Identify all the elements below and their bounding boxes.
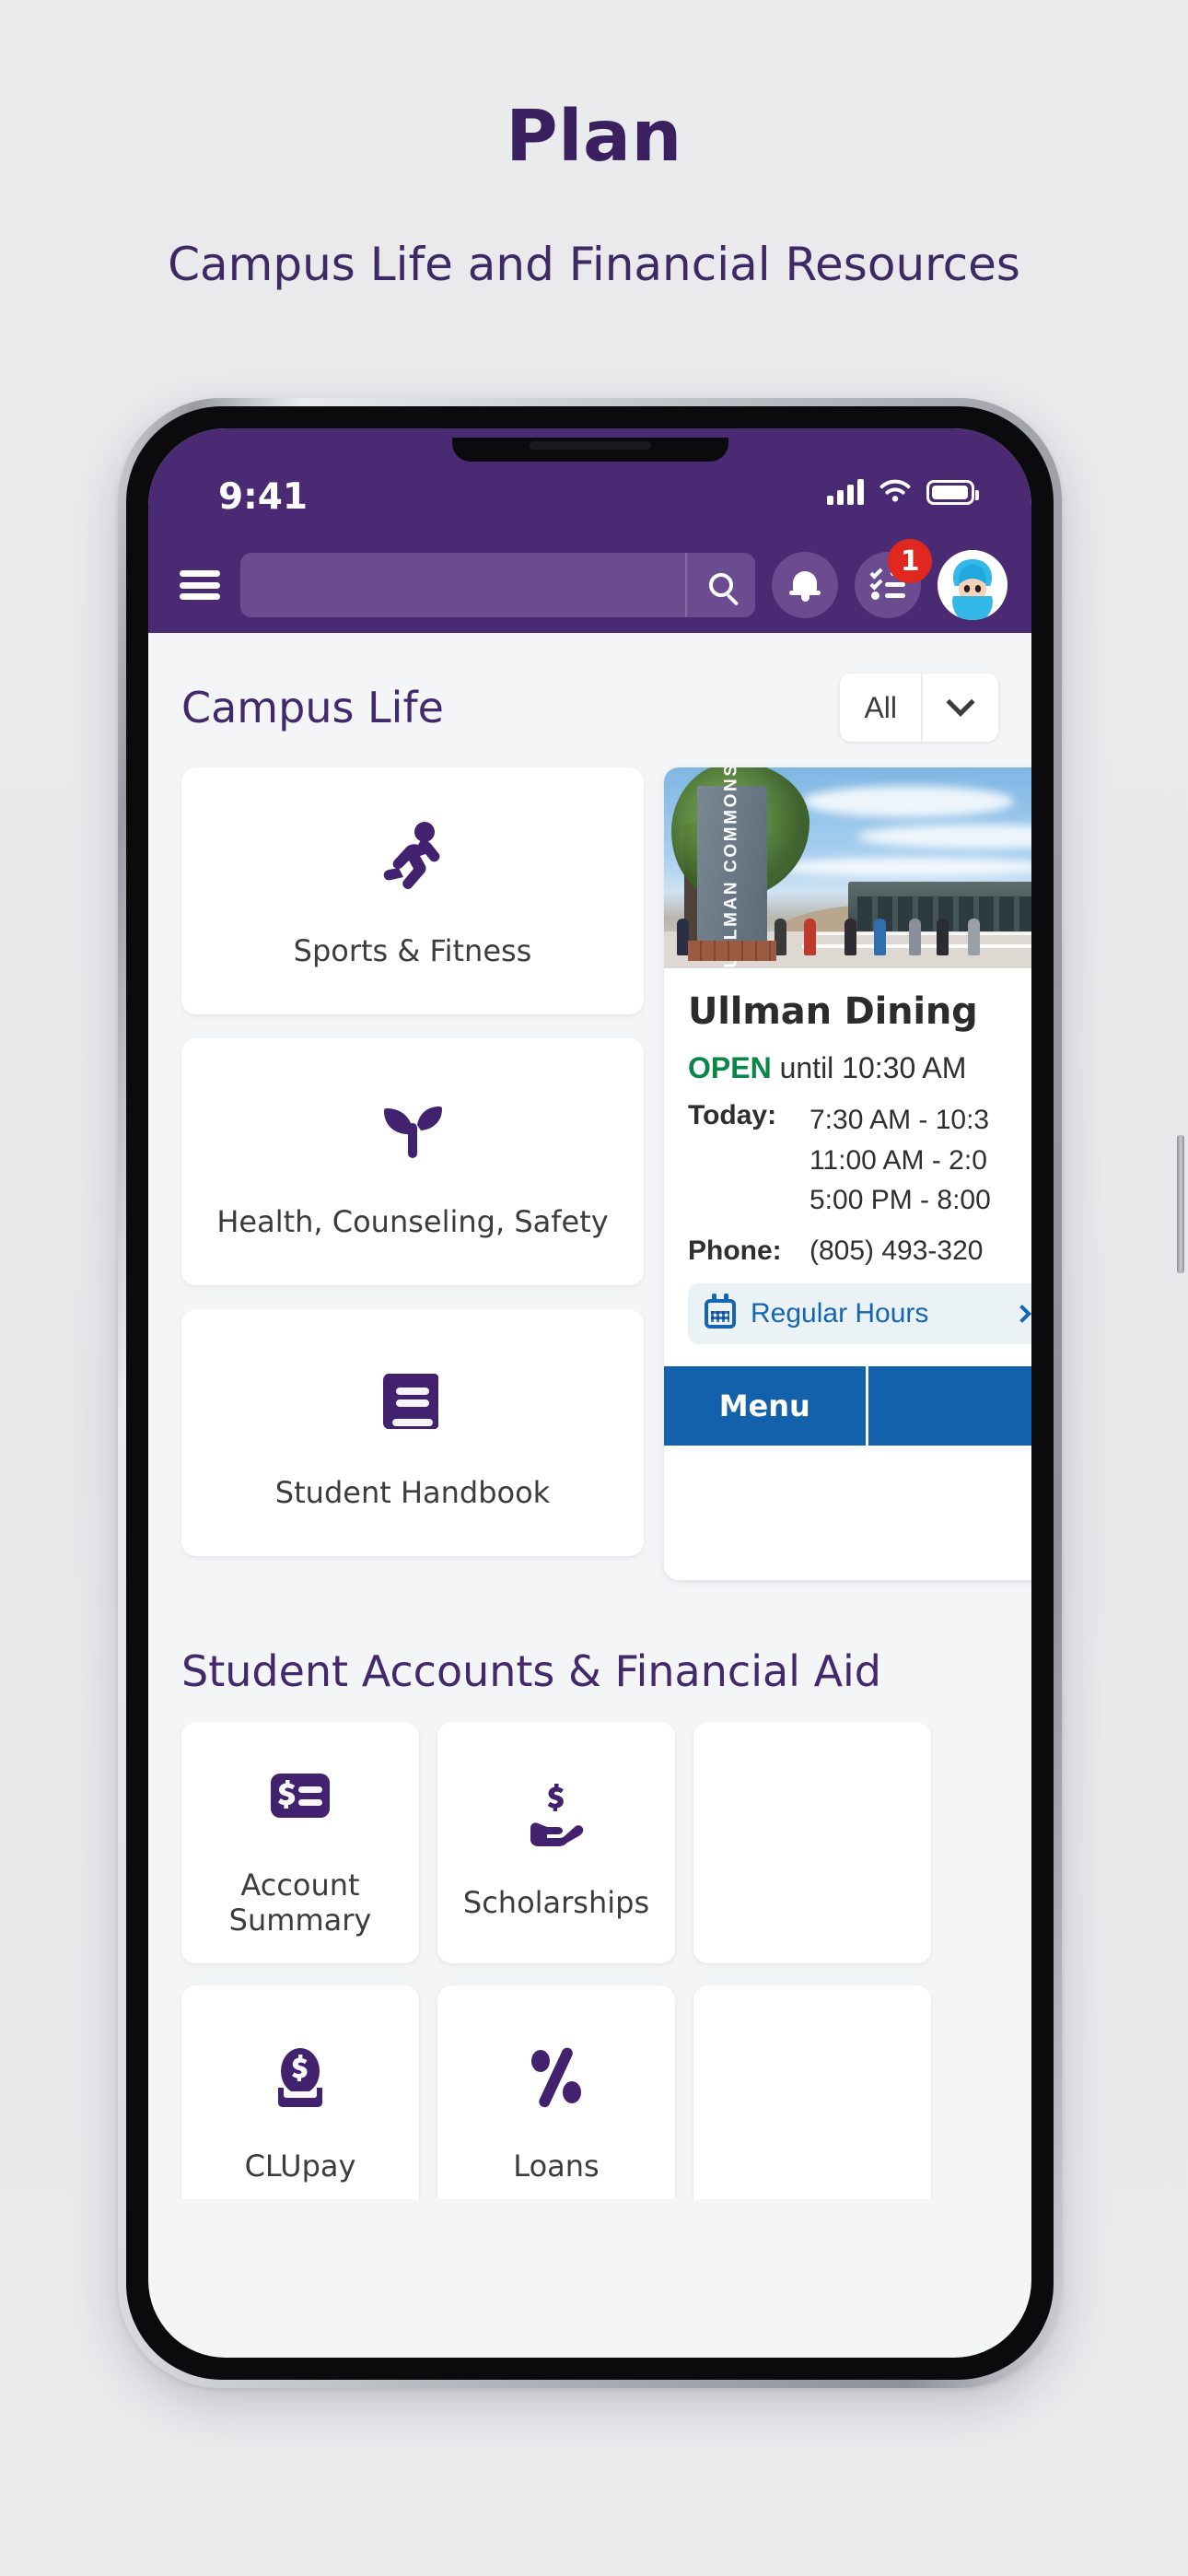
book-icon: [365, 1355, 460, 1451]
search-input[interactable]: [240, 553, 685, 617]
tile-student-handbook[interactable]: Student Handbook: [181, 1309, 644, 1556]
sign-base: [688, 941, 776, 961]
ullman-commons-sign: ULLMAN COMMONS: [697, 767, 767, 968]
phone-screen: 9:41 1 Campus Life All Sports & Fitness …: [148, 428, 1031, 2358]
battery-icon: [926, 479, 979, 505]
wifi-icon: [879, 479, 911, 502]
percent-icon: [508, 2029, 604, 2125]
sprout-icon: [365, 1084, 460, 1180]
campus-life-title: Campus Life: [181, 683, 444, 732]
dining-card-image: ULLMAN COMMONS: [664, 767, 1031, 968]
campus-life-tiles: Sports & Fitness Health, Counseling, Saf…: [181, 767, 644, 1580]
coin-deposit-icon: [252, 2029, 348, 2125]
filter-dropdown-button[interactable]: [923, 687, 998, 718]
today-label: Today:: [688, 1100, 777, 1130]
invoice-dollar-icon: [252, 1748, 348, 1844]
financial-tiles-row-1: Account Summary Scholarships: [148, 1696, 1031, 1963]
dining-status: OPEN until 10:30 AM: [688, 1051, 1031, 1085]
search-button[interactable]: [687, 553, 755, 617]
campus-life-header: Campus Life All: [148, 633, 1031, 742]
calendar-icon: [705, 1293, 736, 1329]
tile-label: Scholarships: [462, 1885, 650, 1920]
tasks-button[interactable]: 1: [855, 539, 932, 618]
tile-sports-fitness[interactable]: Sports & Fitness: [181, 767, 644, 1014]
status-indicators: [827, 479, 979, 505]
status-badge: OPEN: [688, 1051, 772, 1084]
page-root: Plan Campus Life and Financial Resources…: [0, 0, 1188, 2576]
today-hours: 7:30 AM - 10:3 11:00 AM - 2:0 5:00 PM - …: [809, 1100, 991, 1221]
sign-text: ULLMAN COMMONS: [722, 767, 741, 968]
user-avatar-illustration: [938, 550, 1007, 620]
tile-account-summary[interactable]: Account Summary: [181, 1722, 419, 1963]
tile-scholarships[interactable]: Scholarships: [437, 1722, 675, 1963]
phone-value[interactable]: (805) 493-320: [809, 1235, 983, 1267]
campus-life-filter[interactable]: All: [840, 673, 998, 742]
regular-hours-label: Regular Hours: [751, 1297, 929, 1329]
running-person-icon: [365, 814, 460, 909]
cellular-signal-icon: [827, 479, 864, 505]
tile-clupay[interactable]: CLUpay: [181, 1985, 419, 2199]
tile-financial-extra-1[interactable]: [693, 1722, 931, 1963]
earpiece-speaker: [529, 441, 651, 450]
hours-line: 5:00 PM - 8:00: [809, 1185, 991, 1215]
hand-holding-dollar-icon: [508, 1765, 604, 1861]
filter-value: All: [864, 690, 897, 724]
dining-today-row: Today: 7:30 AM - 10:3 11:00 AM - 2:0 5:0…: [688, 1100, 1031, 1221]
campus-life-row: Sports & Fitness Health, Counseling, Saf…: [148, 742, 1031, 1580]
avatar[interactable]: [938, 550, 1007, 620]
status-time: 9:41: [218, 476, 309, 518]
power-button[interactable]: [1177, 1135, 1184, 1273]
status-rest: until 10:30 AM: [771, 1051, 967, 1084]
tile-label: Sports & Fitness: [293, 933, 532, 968]
dining-card-actions: Menu: [664, 1365, 1031, 1446]
chevron-down-icon: [946, 687, 975, 717]
tile-label: Health, Counseling, Safety: [216, 1204, 609, 1239]
bell-icon: [789, 571, 821, 602]
page-subtitle: Campus Life and Financial Resources: [168, 238, 1020, 291]
tile-label: Account Summary: [228, 1868, 372, 1938]
hamburger-menu-icon[interactable]: [176, 565, 224, 605]
hours-line: 7:30 AM - 10:3: [809, 1105, 990, 1135]
phone-label: Phone:: [688, 1235, 782, 1266]
search-bar[interactable]: [240, 553, 755, 617]
phone-device-frame: 9:41 1 Campus Life All Sports & Fitness …: [118, 398, 1184, 2388]
main-content: Campus Life All Sports & Fitness Health,…: [148, 633, 1031, 2199]
notifications-button[interactable]: [772, 552, 838, 618]
menu-button[interactable]: Menu: [664, 1365, 866, 1446]
dining-phone-row: Phone: (805) 493-320: [688, 1235, 1031, 1267]
app-toolbar: 1: [148, 537, 1031, 633]
tasks-badge: 1: [888, 539, 932, 583]
financial-section-title: Student Accounts & Financial Aid: [181, 1646, 882, 1696]
tile-health-counseling-safety[interactable]: Health, Counseling, Safety: [181, 1038, 644, 1285]
search-icon: [709, 573, 733, 597]
tile-financial-extra-2[interactable]: [693, 1985, 931, 2199]
tile-loans[interactable]: Loans: [437, 1985, 675, 2199]
secondary-action-button[interactable]: [865, 1365, 1031, 1446]
phone-bezel: 9:41 1 Campus Life All Sports & Fitness …: [126, 406, 1054, 2380]
dining-title: Ullman Dining: [688, 990, 978, 1033]
hours-line: 11:00 AM - 2:0: [809, 1144, 987, 1176]
dining-card[interactable]: ULLMAN COMMONS Ullman Dining OPEN until …: [664, 767, 1031, 1580]
dining-card-body: Ullman Dining OPEN until 10:30 AM Today:…: [664, 968, 1031, 1352]
tile-label: Loans: [513, 2149, 600, 2184]
regular-hours-chip[interactable]: Regular Hours: [688, 1282, 1031, 1344]
tile-label: Student Handbook: [274, 1475, 551, 1510]
page-title: Plan: [506, 96, 682, 178]
chevron-right-icon: [1013, 1304, 1031, 1323]
tile-label: CLUpay: [244, 2149, 356, 2184]
financial-tiles-row-2: CLUpay Loans: [148, 1963, 1031, 2199]
